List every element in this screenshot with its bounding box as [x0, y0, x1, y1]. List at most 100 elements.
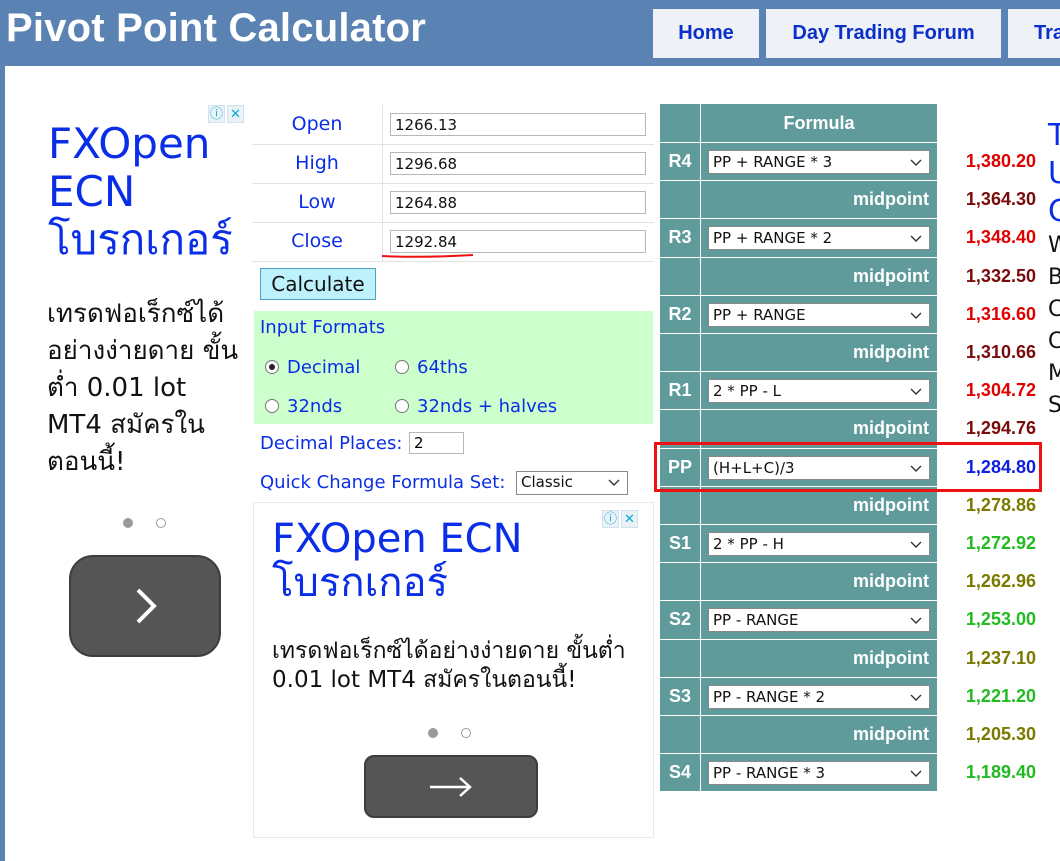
quick-change-value: Classic: [521, 473, 573, 491]
arrow-right-icon: [430, 776, 472, 797]
formula-select[interactable]: PP - RANGE * 2: [708, 684, 930, 709]
input-formats-box: Input Formats Decimal 64ths 32nds 32nds …: [254, 311, 653, 424]
open-input[interactable]: [390, 113, 646, 136]
right-partial-letter: T: [1048, 118, 1060, 153]
carousel-dot-active[interactable]: [428, 728, 438, 738]
carousel-dot[interactable]: [156, 518, 166, 528]
formula-select[interactable]: 2 * PP - H: [708, 532, 930, 556]
formula-select-value: PP + RANGE * 3: [713, 153, 833, 171]
chevron-down-icon: [910, 617, 922, 625]
formula-select[interactable]: 2 * PP - L: [708, 379, 930, 404]
midpoint-label: midpoint: [701, 716, 937, 754]
format-32nds-label: 32nds: [287, 395, 343, 417]
result-value: 1,253.00: [965, 609, 1036, 630]
midpoint-label: midpoint: [701, 563, 937, 601]
midpoint-level-blank: [660, 639, 700, 677]
level-label: R4: [660, 143, 700, 181]
chevron-down-icon: [608, 479, 620, 486]
formula-select[interactable]: PP + RANGE * 2: [708, 226, 930, 251]
result-value: 1,272.92: [965, 533, 1036, 553]
input-row-high: High: [252, 144, 654, 184]
ad-center-headline[interactable]: FXOpen ECN โบรกเกอร์: [272, 517, 622, 605]
radio-32nds[interactable]: [265, 399, 279, 413]
midpoint-level-blank: [660, 181, 700, 219]
formula-cell: PP - RANGE * 3: [701, 754, 937, 792]
result-value: 1,237.10: [965, 647, 1036, 668]
nav-trading-tab[interactable]: Trading: [1008, 9, 1060, 58]
decimal-places-label: Decimal Places:: [260, 433, 403, 454]
midpoint-level-blank: [660, 486, 700, 524]
result-value: 1,262.96: [965, 571, 1036, 592]
format-32nds-halves-option[interactable]: 32nds + halves: [395, 394, 557, 418]
nav-forum-tab[interactable]: Day Trading Forum: [766, 9, 1001, 58]
close-input[interactable]: [390, 230, 646, 253]
close-icon[interactable]: ✕: [621, 510, 638, 528]
ad-left[interactable]: ⓘ ✕ FXOpen ECN โบรกเกอร์ เทรดฟอเร็กซ์ได้…: [30, 100, 250, 720]
right-partial-letter: S: [1048, 393, 1060, 418]
site-title: Pivot Point Calculator: [6, 6, 427, 50]
ad-center[interactable]: ⓘ ✕ FXOpen ECN โบรกเกอร์ เทรดฟอเร็กซ์ได้…: [253, 502, 654, 838]
format-32nds-halves-label: 32nds + halves: [417, 395, 558, 417]
format-decimal-option[interactable]: Decimal: [265, 355, 360, 379]
calculate-button[interactable]: Calculate: [260, 268, 376, 300]
open-label: Open: [252, 105, 383, 144]
quick-change-label: Quick Change Formula Set:: [260, 472, 506, 493]
result-value: 1,316.60: [965, 303, 1036, 324]
input-row-open: Open: [252, 105, 654, 145]
right-partial-letter: U: [1048, 156, 1060, 191]
formula-select[interactable]: PP + RANGE * 3: [708, 150, 930, 174]
right-partial-letter: W: [1048, 233, 1060, 258]
midpoint-level-blank: [660, 257, 700, 295]
result-value: 1,304.72: [965, 380, 1036, 401]
chevron-down-icon: [910, 388, 922, 396]
result-value: 1,332.50: [965, 265, 1036, 286]
result-value: 1,189.40: [965, 762, 1036, 783]
ad-left-headline[interactable]: FXOpen ECN โบรกเกอร์: [48, 120, 248, 264]
input-formats-title: Input Formats: [260, 317, 386, 338]
chevron-down-icon: [910, 235, 922, 243]
chevron-down-icon: [910, 770, 922, 778]
formula-cell: 2 * PP - L: [701, 372, 937, 410]
formula-select[interactable]: PP - RANGE: [708, 608, 930, 633]
nav-home-tab[interactable]: Home: [653, 9, 759, 58]
level-label: R2: [660, 295, 700, 333]
formula-select[interactable]: PP + RANGE: [708, 302, 930, 327]
formula-select-value: PP - RANGE: [713, 611, 799, 630]
right-partial-letter: C: [1048, 297, 1060, 322]
ad-left-body[interactable]: เทรดฟอเร็กซ์ได้อย่างง่ายดาย ขั้นต่ำ 0.01…: [47, 296, 247, 481]
midpoint-level-blank: [660, 563, 700, 601]
ad-center-next-button[interactable]: [364, 755, 538, 818]
formula-select[interactable]: PP - RANGE * 3: [708, 761, 930, 786]
format-64ths-option[interactable]: 64ths: [395, 355, 468, 379]
right-partial-letter: C: [1048, 329, 1060, 354]
results-header-blank: [938, 104, 1044, 142]
right-partial-column: TUCWBCCMS: [1046, 118, 1060, 438]
result-value: 1,310.66: [965, 342, 1036, 362]
red-underline-annotation: [381, 254, 474, 258]
low-input[interactable]: [390, 191, 646, 214]
formula-cell: PP + RANGE * 3: [701, 143, 937, 181]
radio-decimal[interactable]: [265, 360, 279, 374]
level-label: R1: [660, 372, 700, 410]
ad-left-next-button[interactable]: [69, 555, 221, 657]
pp-highlight-box: [654, 442, 1042, 492]
radio-32nds-halves[interactable]: [395, 399, 409, 413]
quick-change-select[interactable]: Classic: [516, 471, 628, 495]
formula-header: Formula: [701, 104, 937, 142]
carousel-dot-active[interactable]: [123, 518, 133, 528]
level-label: R3: [660, 219, 700, 257]
formula-select-value: PP - RANGE * 2: [713, 687, 826, 706]
format-32nds-option[interactable]: 32nds: [265, 394, 342, 418]
radio-64ths[interactable]: [395, 360, 409, 374]
midpoint-level-blank: [660, 716, 700, 754]
ad-center-body[interactable]: เทรดฟอเร็กซ์ได้อย่างง่ายดาย ขั้นต่ำ 0.01…: [272, 637, 642, 695]
result-value: 1,278.86: [965, 494, 1036, 515]
midpoint-level-blank: [660, 334, 700, 372]
right-partial-letter: M: [1048, 361, 1060, 386]
carousel-dot[interactable]: [461, 728, 471, 738]
left-stripe: [0, 66, 5, 861]
high-input[interactable]: [390, 152, 646, 175]
decimal-places-input[interactable]: [409, 432, 464, 454]
formula-select-value: PP + RANGE: [713, 305, 806, 324]
close-label: Close: [252, 222, 383, 261]
